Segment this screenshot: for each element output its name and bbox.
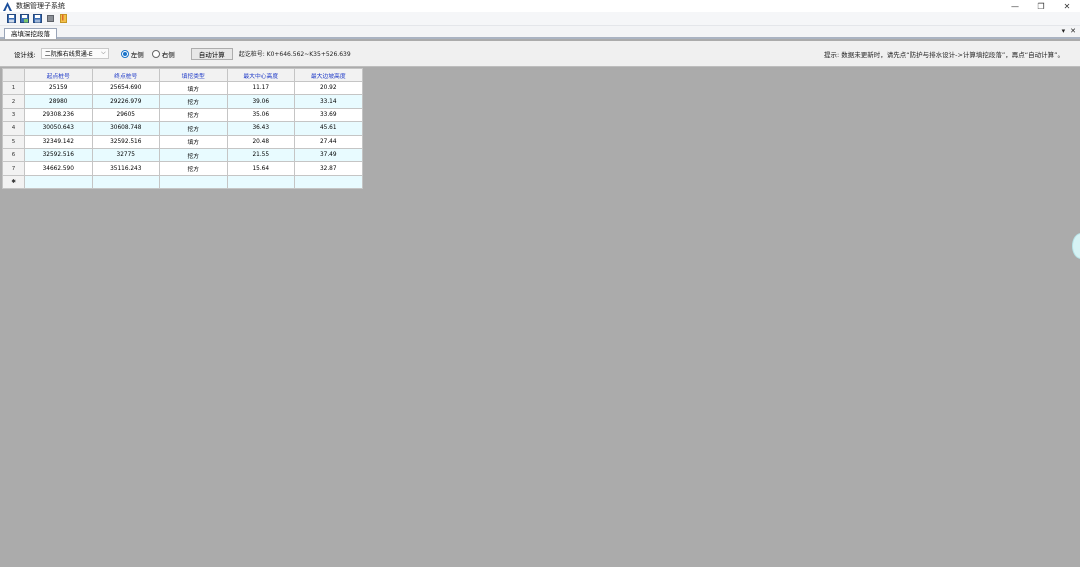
cell-max-slope-height[interactable]: 45.61 xyxy=(294,121,363,136)
station-range-text: 起讫桩号: K0+646.562~K35+526.639 xyxy=(238,51,351,58)
cell-max-center-height[interactable]: 11.17 xyxy=(226,80,295,96)
print-icon[interactable] xyxy=(45,14,55,24)
save-as-icon[interactable] xyxy=(19,14,29,24)
column-header-max-center-height[interactable]: 最大中心高度 xyxy=(226,68,295,82)
table-row[interactable]: 6 32592.516 32775 挖方 21.55 37.49 xyxy=(2,147,363,163)
table-row[interactable]: 2 28980 29226.979 挖方 39.06 33.14 xyxy=(2,94,363,109)
table-row[interactable]: 7 34662.590 35116.243 挖方 15.64 32.87 xyxy=(2,161,363,176)
cell-start-station[interactable]: 29308.236 xyxy=(24,107,93,123)
table-row[interactable]: 1 25159 25654.690 填方 11.17 20.92 xyxy=(2,80,363,96)
cell-end-station[interactable]: 35116.243 xyxy=(91,161,160,176)
close-window-button[interactable]: ✕ xyxy=(1054,0,1080,12)
cell-end-station[interactable]: 32775 xyxy=(91,147,160,163)
document-tabstrip: 高填深挖段落 ▾ ✕ xyxy=(0,26,1080,39)
cell-end-station[interactable] xyxy=(91,174,160,190)
column-header-end-station[interactable]: 终点桩号 xyxy=(91,68,160,82)
save-all-icon[interactable] xyxy=(32,14,42,24)
row-header[interactable]: 5 xyxy=(2,134,25,149)
new-row-marker-icon[interactable]: ✱ xyxy=(2,174,25,190)
cell-end-station[interactable]: 30608.748 xyxy=(91,121,160,136)
cell-max-center-height[interactable]: 15.64 xyxy=(226,161,295,176)
tab-fill-cut-sections[interactable]: 高填深挖段落 xyxy=(4,28,57,39)
right-side-radio[interactable]: 右侧 xyxy=(151,49,175,59)
row-header[interactable]: 3 xyxy=(2,107,25,123)
toolbar xyxy=(0,12,1080,26)
left-side-radio[interactable]: 左侧 xyxy=(120,49,144,59)
title-bar: 数据管理子系统 — ❐ ✕ xyxy=(0,0,1080,12)
options-bar: 设计线: 二阮推右线贯通-E ⌵ 左侧 右侧 自动计算 起讫桩号: K0+646… xyxy=(0,41,1080,67)
row-header[interactable]: 1 xyxy=(2,80,25,96)
table-row[interactable]: 3 29308.236 29605 挖方 35.06 33.69 xyxy=(2,107,363,123)
radio-unchecked-icon xyxy=(151,49,160,58)
row-header[interactable]: 6 xyxy=(2,147,25,163)
cell-max-center-height[interactable] xyxy=(226,174,295,190)
app-logo-icon xyxy=(3,1,12,11)
cell-fill-cut-type[interactable]: 挖方 xyxy=(159,107,228,123)
hint-text: 提示: 数据未更新时，请先点“防护与排水设计->计算填挖段落”，再点“自动计算”… xyxy=(823,51,1064,59)
column-header-start-station[interactable]: 起点桩号 xyxy=(24,68,93,82)
cell-max-slope-height[interactable]: 37.49 xyxy=(294,147,363,163)
column-header-fill-cut-type[interactable]: 填挖类型 xyxy=(159,68,228,82)
left-side-label: 左侧 xyxy=(130,50,144,59)
cell-start-station[interactable]: 34662.590 xyxy=(24,161,93,176)
cell-max-slope-height[interactable]: 33.14 xyxy=(294,94,363,109)
cell-max-center-height[interactable]: 36.43 xyxy=(226,121,295,136)
cell-fill-cut-type[interactable]: 填方 xyxy=(159,80,228,96)
cell-fill-cut-type[interactable]: 挖方 xyxy=(159,147,228,163)
restore-button[interactable]: ❐ xyxy=(1028,0,1054,12)
cell-max-slope-height[interactable]: 20.92 xyxy=(294,80,363,96)
minimize-button[interactable]: — xyxy=(1002,0,1028,12)
cell-start-station[interactable]: 25159 xyxy=(24,80,93,96)
cell-max-slope-height[interactable]: 33.69 xyxy=(294,107,363,123)
table-row[interactable]: 5 32349.142 32592.516 填方 20.48 27.44 xyxy=(2,134,363,149)
cell-start-station[interactable]: 28980 xyxy=(24,94,93,109)
radio-checked-icon xyxy=(120,49,129,58)
design-line-label: 设计线: xyxy=(14,50,36,59)
cell-start-station[interactable] xyxy=(24,174,93,190)
table-row[interactable]: 4 30050.643 30608.748 挖方 36.43 45.61 xyxy=(2,121,363,136)
cell-max-slope-height[interactable] xyxy=(294,174,363,190)
cell-max-center-height[interactable]: 35.06 xyxy=(226,107,295,123)
row-header[interactable]: 4 xyxy=(2,121,25,136)
cell-max-center-height[interactable]: 21.55 xyxy=(226,147,295,163)
row-header[interactable]: 2 xyxy=(2,94,25,109)
bookmark-icon[interactable] xyxy=(58,14,68,24)
tab-list-dropdown-icon[interactable]: ▾ xyxy=(1062,27,1066,35)
sections-grid: 起点桩号 终点桩号 填挖类型 最大中心高度 最大边坡高度 1 25159 256… xyxy=(2,68,363,190)
cell-end-station[interactable]: 25654.690 xyxy=(91,80,160,96)
cell-max-center-height[interactable]: 20.48 xyxy=(226,134,295,149)
cell-fill-cut-type[interactable]: 挖方 xyxy=(159,121,228,136)
cell-fill-cut-type[interactable]: 填方 xyxy=(159,134,228,149)
app-title: 数据管理子系统 xyxy=(16,2,65,10)
cell-end-station[interactable]: 32592.516 xyxy=(91,134,160,149)
grid-header-row: 起点桩号 终点桩号 填挖类型 最大中心高度 最大边坡高度 xyxy=(2,68,363,82)
cell-max-center-height[interactable]: 39.06 xyxy=(226,94,295,109)
grid-workspace: 起点桩号 终点桩号 填挖类型 最大中心高度 最大边坡高度 1 25159 256… xyxy=(0,67,1080,567)
grid-corner-cell[interactable] xyxy=(2,68,25,82)
chevron-down-icon: ⌵ xyxy=(101,49,106,56)
cell-end-station[interactable]: 29605 xyxy=(91,107,160,123)
cell-max-slope-height[interactable]: 27.44 xyxy=(294,134,363,149)
column-header-max-slope-height[interactable]: 最大边坡高度 xyxy=(294,68,363,82)
cell-start-station[interactable]: 32592.516 xyxy=(24,147,93,163)
floating-assistant-handle[interactable] xyxy=(1072,233,1080,259)
save-icon[interactable] xyxy=(6,14,16,24)
new-row[interactable]: ✱ xyxy=(2,174,363,190)
window-controls: — ❐ ✕ xyxy=(1002,0,1080,12)
cell-fill-cut-type[interactable] xyxy=(159,174,228,190)
cell-fill-cut-type[interactable]: 挖方 xyxy=(159,94,228,109)
cell-fill-cut-type[interactable]: 挖方 xyxy=(159,161,228,176)
cell-start-station[interactable]: 30050.643 xyxy=(24,121,93,136)
cell-start-station[interactable]: 32349.142 xyxy=(24,134,93,149)
auto-calculate-button[interactable]: 自动计算 xyxy=(190,47,233,60)
tab-controls: ▾ ✕ xyxy=(1062,27,1076,35)
cell-max-slope-height[interactable]: 32.87 xyxy=(294,161,363,176)
right-side-label: 右侧 xyxy=(161,50,175,59)
tab-close-icon[interactable]: ✕ xyxy=(1070,27,1076,35)
design-line-select[interactable]: 二阮推右线贯通-E ⌵ xyxy=(40,48,109,59)
design-line-value: 二阮推右线贯通-E xyxy=(44,51,93,58)
cell-end-station[interactable]: 29226.979 xyxy=(91,94,160,109)
row-header[interactable]: 7 xyxy=(2,161,25,176)
